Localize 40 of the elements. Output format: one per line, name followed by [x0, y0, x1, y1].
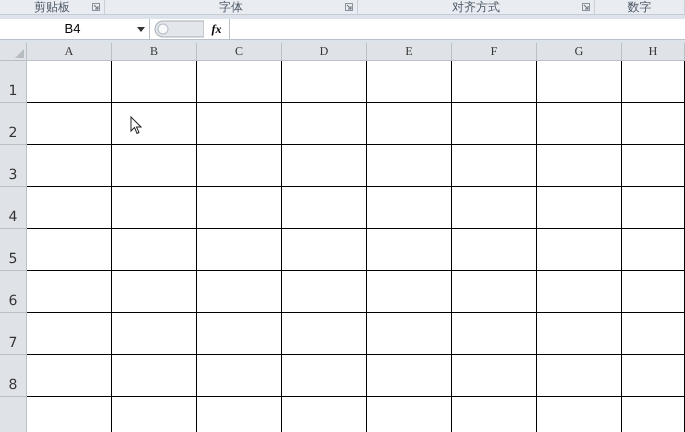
row-header[interactable]: 5 — [0, 229, 27, 271]
insert-function-button[interactable]: fx — [204, 19, 230, 39]
column-header[interactable]: H — [622, 43, 685, 61]
table-cell — [622, 61, 685, 103]
column-header[interactable]: C — [197, 43, 282, 61]
group-label: 对齐方式 — [452, 0, 500, 14]
dialog-launcher-icon[interactable] — [92, 3, 100, 11]
row-header[interactable]: 7 — [0, 313, 27, 355]
table-cell — [622, 229, 685, 271]
row-header[interactable]: 2 — [0, 103, 27, 145]
row-header[interactable] — [0, 397, 27, 432]
dropdown-icon — [137, 26, 145, 32]
dialog-launcher-icon[interactable] — [345, 3, 353, 11]
table-cell — [622, 145, 685, 187]
row-header[interactable]: 1 — [0, 61, 27, 103]
corner-triangle-icon — [15, 49, 24, 58]
row-header[interactable]: 3 — [0, 145, 27, 187]
column-header[interactable]: F — [452, 43, 537, 61]
select-all-button[interactable] — [0, 43, 27, 61]
column-header[interactable]: G — [537, 43, 622, 61]
column-header[interactable]: E — [367, 43, 452, 61]
group-label: 字体 — [219, 0, 243, 14]
group-label: 剪贴板 — [34, 0, 70, 14]
table-cell — [622, 355, 685, 397]
row-header[interactable]: 6 — [0, 271, 27, 313]
group-label: 数字 — [628, 0, 652, 14]
table-cell — [622, 103, 685, 145]
table-cell — [622, 271, 685, 313]
name-box[interactable]: B4 — [0, 19, 150, 39]
column-header[interactable]: B — [112, 43, 197, 61]
table-cell — [622, 187, 685, 229]
column-header[interactable]: D — [282, 43, 367, 61]
row-header[interactable]: 8 — [0, 355, 27, 397]
table-cell — [622, 313, 685, 355]
column-header[interactable]: A — [27, 43, 112, 61]
cell-reference: B4 — [64, 20, 82, 38]
mouse-pointer-icon — [130, 116, 142, 135]
dialog-launcher-icon[interactable] — [582, 3, 590, 11]
collapse-handle-icon[interactable] — [154, 20, 204, 38]
row-header[interactable]: 4 — [0, 187, 27, 229]
